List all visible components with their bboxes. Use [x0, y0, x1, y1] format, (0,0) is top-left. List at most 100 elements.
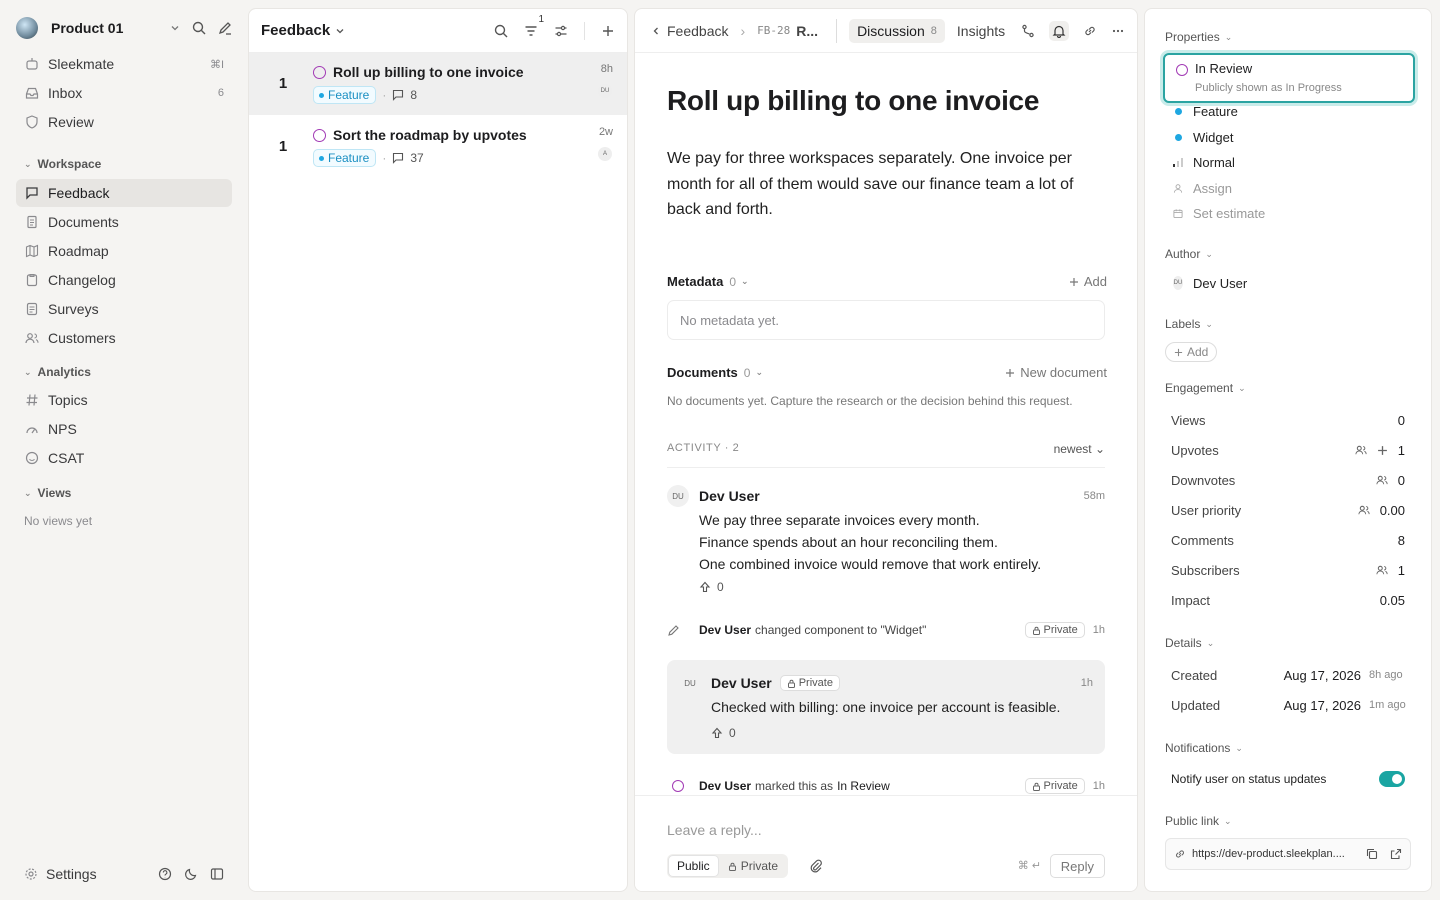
- workspace-name: Product 01: [51, 20, 124, 36]
- sidebar-item-surveys[interactable]: Surveys: [16, 295, 232, 323]
- users-icon[interactable]: [1355, 444, 1367, 456]
- notifications-section-toggle[interactable]: Notifications ⌄: [1165, 741, 1243, 755]
- author-field[interactable]: DU Dev User: [1173, 273, 1413, 293]
- copy-icon[interactable]: [1366, 848, 1378, 860]
- component-select[interactable]: Widget: [1173, 127, 1413, 147]
- comment-line: We pay three separate invoices every mon…: [699, 512, 980, 528]
- comment-upvote-button[interactable]: 0: [699, 580, 1105, 594]
- note-upvote-button[interactable]: 0: [711, 726, 736, 740]
- sidebar-item-documents[interactable]: Documents: [16, 208, 232, 236]
- sidebar-item-inbox[interactable]: Inbox 6: [16, 79, 232, 107]
- help-icon[interactable]: [158, 867, 172, 881]
- engagement-section-toggle[interactable]: Engagement ⌄: [1165, 381, 1246, 395]
- map-icon: [24, 243, 40, 259]
- breadcrumb: Feedback › FB-28 R...: [651, 23, 818, 39]
- sidebar-item-sleekmate[interactable]: Sleekmate ⌘I: [16, 50, 232, 78]
- feedback-title[interactable]: Roll up billing to one invoice: [667, 85, 1039, 117]
- comment-author[interactable]: Dev User: [699, 488, 760, 504]
- search-icon[interactable]: [192, 21, 206, 35]
- compose-icon[interactable]: [218, 21, 232, 35]
- type-select[interactable]: Feature: [1173, 101, 1413, 121]
- sidebar-item-review[interactable]: Review: [16, 108, 232, 136]
- detail-header: Feedback › FB-28 R... Discussion 8 Insigh…: [635, 9, 1137, 53]
- author-section-toggle[interactable]: Author ⌄: [1165, 247, 1213, 261]
- moon-icon[interactable]: [184, 867, 198, 881]
- filter-button[interactable]: 1: [524, 14, 544, 38]
- external-link-icon[interactable]: [1390, 848, 1402, 860]
- note-author[interactable]: Dev User: [711, 675, 772, 691]
- branch-icon[interactable]: [1021, 24, 1035, 38]
- labels-section-toggle[interactable]: Labels ⌄: [1165, 317, 1213, 331]
- comment-icon: [392, 152, 404, 164]
- activity-sort[interactable]: newest ⌄: [1054, 442, 1105, 467]
- more-icon[interactable]: [1111, 24, 1125, 38]
- users-icon[interactable]: [1376, 564, 1388, 576]
- type-dot: [1174, 107, 1182, 115]
- public-link-url[interactable]: https://dev-product.sleekplan....: [1192, 848, 1360, 860]
- workspace-switcher[interactable]: Product 01: [16, 14, 232, 42]
- sidebar-item-nps[interactable]: NPS: [16, 415, 232, 443]
- breadcrumb-parent[interactable]: Feedback: [667, 23, 728, 39]
- tab-insights[interactable]: Insights: [949, 19, 1013, 43]
- chevron-down-icon: ⌄: [741, 276, 749, 286]
- chevron-down-icon[interactable]: [170, 23, 180, 33]
- vote-count[interactable]: 1: [273, 138, 293, 155]
- sidebar-item-feedback[interactable]: Feedback: [16, 179, 232, 207]
- assignee-select[interactable]: Assign: [1173, 178, 1413, 198]
- users-icon[interactable]: [1358, 504, 1370, 516]
- comment-count: 8: [410, 88, 418, 102]
- section-workspace[interactable]: ⌄ Workspace: [24, 157, 101, 171]
- activity-header: ACTIVITY · 2 newest ⌄: [667, 442, 1105, 468]
- new-document-button[interactable]: New document: [1005, 365, 1107, 380]
- sidebar-item-topics[interactable]: Topics: [16, 386, 232, 414]
- upvote-icon: [699, 581, 711, 593]
- chevron-left-icon[interactable]: [651, 26, 661, 36]
- feedback-description[interactable]: We pay for three workspaces separately. …: [667, 146, 1107, 223]
- reply-button[interactable]: Reply: [1049, 854, 1105, 878]
- visibility-private[interactable]: Private: [720, 856, 786, 876]
- details-section-toggle[interactable]: Details ⌄: [1165, 636, 1214, 650]
- sidebar-item-roadmap[interactable]: Roadmap: [16, 237, 232, 265]
- sliders-icon[interactable]: [554, 24, 568, 38]
- properties-section-toggle[interactable]: Properties ⌄: [1165, 30, 1232, 44]
- internal-note: DU Dev User Private 1h Checked with bill…: [667, 660, 1105, 754]
- plus-icon[interactable]: [1377, 445, 1388, 456]
- sidebar-item-settings[interactable]: Settings: [16, 862, 232, 886]
- sidebar-item-customers[interactable]: Customers: [16, 324, 232, 352]
- list-item[interactable]: 1 Sort the roadmap by upvotes Feature · …: [249, 116, 627, 178]
- item-title: Roll up billing to one invoice: [333, 64, 524, 80]
- add-label-button[interactable]: Add: [1165, 342, 1218, 362]
- priority-select[interactable]: Normal: [1173, 152, 1413, 172]
- users-icon: [24, 330, 40, 346]
- add-icon[interactable]: [601, 24, 615, 38]
- private-badge: Private: [1024, 622, 1085, 638]
- tab-discussion[interactable]: Discussion 8: [849, 18, 945, 43]
- sidebar-item-label: CSAT: [48, 450, 85, 466]
- vote-count[interactable]: 1: [273, 75, 293, 92]
- component-dot: [1174, 133, 1182, 141]
- add-metadata-button[interactable]: Add: [1069, 274, 1107, 289]
- sidebar-toggle-icon[interactable]: [210, 867, 224, 881]
- type-tag: Feature: [313, 149, 377, 167]
- chevron-down-icon: ⌄: [1205, 248, 1213, 259]
- status-select[interactable]: In Review Publicly shown as In Progress: [1163, 53, 1415, 103]
- reply-input[interactable]: Leave a reply...: [667, 822, 762, 838]
- visibility-public[interactable]: Public: [669, 856, 718, 876]
- feedback-list-panel: Feedback 1 1 Roll up billing to one invo…: [248, 8, 628, 892]
- engagement-views: Views 0: [1171, 412, 1405, 428]
- attachment-icon[interactable]: [809, 859, 823, 873]
- public-link-section-toggle[interactable]: Public link ⌄: [1165, 814, 1232, 828]
- private-badge: Private: [1024, 778, 1085, 794]
- sidebar-item-changelog[interactable]: Changelog: [16, 266, 232, 294]
- list-view-selector[interactable]: Feedback: [261, 22, 494, 39]
- notify-toggle[interactable]: [1379, 771, 1405, 787]
- section-views[interactable]: ⌄ Views: [24, 486, 71, 500]
- estimate-select[interactable]: Set estimate: [1173, 203, 1413, 223]
- search-icon[interactable]: [494, 24, 508, 38]
- link-icon[interactable]: [1083, 24, 1097, 38]
- bell-icon[interactable]: [1049, 20, 1069, 41]
- sidebar-item-csat[interactable]: CSAT: [16, 444, 232, 472]
- users-icon[interactable]: [1376, 474, 1388, 486]
- section-analytics[interactable]: ⌄ Analytics: [24, 365, 91, 379]
- list-item[interactable]: 1 Roll up billing to one invoice Feature…: [249, 53, 627, 115]
